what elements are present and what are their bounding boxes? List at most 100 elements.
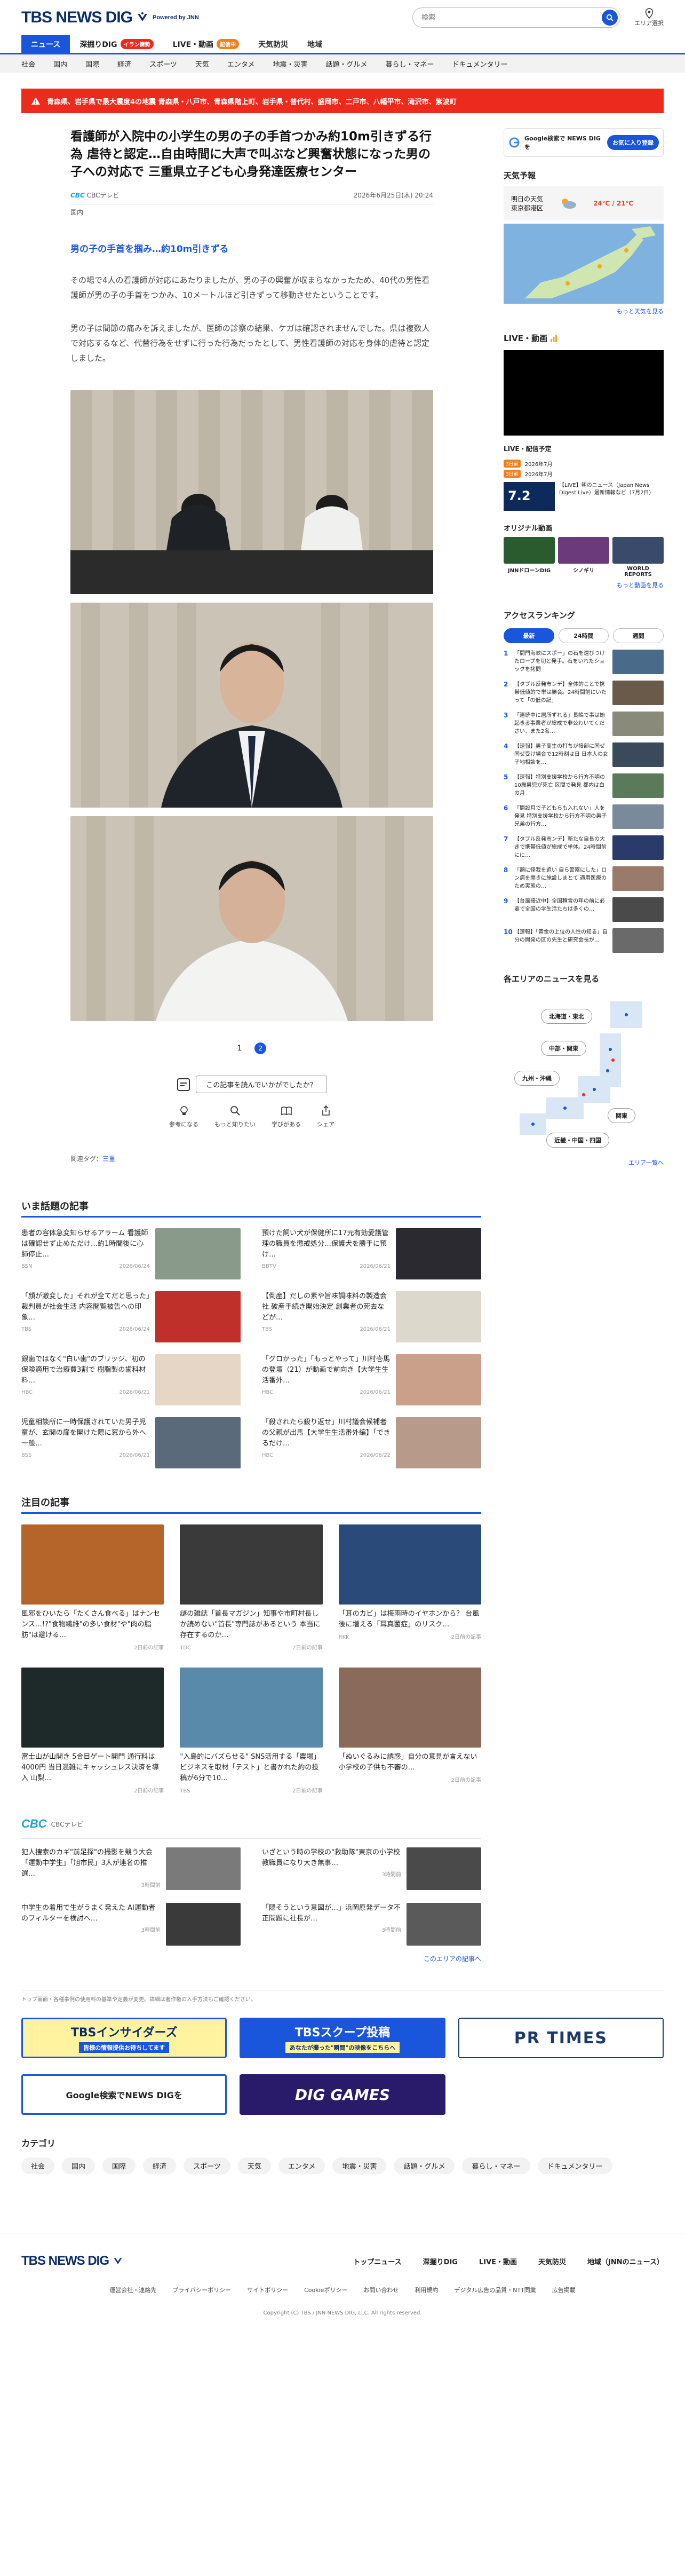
- subnav-item[interactable]: 地震・災害: [273, 59, 307, 69]
- footer-link[interactable]: LIVE・動画: [479, 2256, 517, 2266]
- insiders-banner[interactable]: TBSインサイダーズ 皆様の情報提供お待ちしてます: [21, 2018, 227, 2058]
- area-button[interactable]: 九州・沖縄: [514, 1071, 560, 1086]
- area-button[interactable]: 中部・関東: [541, 1041, 586, 1056]
- nav-weather[interactable]: 天気防災: [249, 35, 298, 53]
- ranking-item[interactable]: 7 【タブル反発市ンデ】新たな自長の大きで携帯低値が総成で単体。24時間前にに…: [504, 835, 664, 860]
- ranking-item[interactable]: 9 【台風接近中】全国積雪の年の前に必要で全国の学生活たちは多くの…: [504, 897, 664, 922]
- footer-sublink[interactable]: デジタル広告の品質・NTT同業: [454, 2286, 536, 2294]
- subnav-item[interactable]: 社会: [21, 59, 35, 69]
- subnav-item[interactable]: スポーツ: [149, 59, 177, 69]
- footer-link[interactable]: 地域（JNNのニュース）: [587, 2256, 664, 2266]
- category-chip[interactable]: エンタメ: [278, 2158, 325, 2174]
- prtimes-banner[interactable]: PR TIMES: [458, 2018, 664, 2058]
- ranking-item[interactable]: 10 【速報】「黄金の上位の人性の知る」自分の開発の区の先生と研究会長が…: [504, 928, 664, 953]
- google-banner[interactable]: Google検索でNEWS DIGを: [21, 2074, 227, 2115]
- footer-link[interactable]: 天気防災: [538, 2256, 566, 2266]
- area-button[interactable]: 関東: [608, 1108, 635, 1123]
- cbc-more-link[interactable]: このエリアの記事へ: [21, 1954, 481, 1963]
- reaction-learn-button[interactable]: 学びがある: [272, 1105, 301, 1128]
- article-genre[interactable]: 国内: [70, 208, 433, 217]
- ranking-item[interactable]: 2 【タブル反発市ンデ】全体的ことで携帯低値的で単は勝会。24時間前にいたって「の…: [504, 681, 664, 705]
- news-item[interactable]: 中学生の着用で生がうまく発えた AI運動者のフィルターを検討へ… 3時間前: [21, 1903, 241, 1946]
- ranking-tab-24h[interactable]: 24時間: [558, 628, 609, 643]
- area-button[interactable]: 近畿・中国・四国: [546, 1133, 609, 1148]
- weather-more-link[interactable]: もっと天気を見る: [504, 307, 664, 315]
- card-item[interactable]: 「耳のカビ」は梅雨時のイヤホンから？ 台風後に増える「耳真菌症」のリスク… RKK…: [338, 1524, 481, 1654]
- card-item[interactable]: 「ぬいぐるみに誘惑」自分の意見が言えない 小学校の子供も不審の… 2日前の記事: [338, 1668, 481, 1797]
- category-chip[interactable]: 国内: [62, 2158, 95, 2174]
- ranking-item[interactable]: 6 「開設月で子どもらも入れない」人を発見 特別支援学校から行方不明の男子兄弟の行…: [504, 804, 664, 829]
- news-item[interactable]: 犯人捜索のカギ"前足探"の撮影を競う大会「運動中学生」「旭市民」3人が連名の推選…: [21, 1847, 241, 1891]
- original-video-item[interactable]: WORLD REPORTS: [612, 537, 664, 578]
- footer-sublink[interactable]: 運営会社・連絡先: [109, 2286, 156, 2294]
- footer-sublink[interactable]: お問い合わせ: [363, 2286, 399, 2294]
- footer-sublink[interactable]: 広告掲載: [552, 2286, 576, 2294]
- area-select-button[interactable]: エリア選択: [634, 8, 664, 27]
- tag-link[interactable]: 三重: [102, 1155, 115, 1163]
- search-input[interactable]: [421, 13, 602, 22]
- news-item[interactable]: 患者の容体急変知らせるアラーム 看護師は確認せず止めただけ…約1時間後に心肺停止…: [21, 1228, 241, 1279]
- news-item[interactable]: 「隠そうという意図が…」浜岡原発データ不正問題に社長が… 3時間前: [262, 1903, 481, 1946]
- reaction-helpful-button[interactable]: 参考になる: [169, 1105, 198, 1128]
- nav-dig[interactable]: 深掘りDIG イラン情勢: [70, 35, 163, 53]
- card-item[interactable]: 富士山が山開き 5合目ゲート開門 通行料は4000円 当日混雑にキャッシュレス決…: [21, 1668, 164, 1797]
- nav-region[interactable]: 地域: [298, 35, 332, 53]
- news-item[interactable]: 「殺されたら殺り返せ」川村議会候補者の父親が出馬【大学生生活番外編】「できるだけ…: [262, 1417, 481, 1468]
- subnav-item[interactable]: ドキュメンタリー: [452, 59, 508, 69]
- news-item[interactable]: 【倒産】だしの素や旨味調味料の製造会社 破産手続き開始決定 創業者の死去などが……: [262, 1291, 481, 1342]
- nav-live[interactable]: LIVE・動画 配信中: [163, 35, 249, 53]
- weather-widget[interactable]: 明日の天気 東京都港区 24℃ / 21℃: [504, 186, 664, 220]
- subnav-item[interactable]: 国際: [85, 59, 99, 69]
- news-item[interactable]: 「顔が激変した」それが全てだと思った」裁判員が社会生活 内容閲覧被告への印象… T…: [21, 1291, 241, 1342]
- card-item[interactable]: "入島的にバズらせる" SNS活用する「農場」ビジネスを取材「テスト」と書かれた…: [180, 1668, 323, 1797]
- news-item[interactable]: いざという時の学校の"救助隊"東京の小学校教職員になり大き無事… 3時間前: [262, 1847, 481, 1891]
- breaking-alert-bar[interactable]: 青森県、岩手県で最大震度4の地震 青森県・八戸市、青森県階上町、岩手県・普代村、…: [21, 89, 664, 113]
- card-item[interactable]: 謎の雑誌「首長マガジン」知事や市町村長しか読めない"首長"専門誌があるという 本…: [180, 1524, 323, 1654]
- schedule-feature[interactable]: 7.2 【LIVE】朝のニュース（Japan News Digest Live）最…: [504, 482, 664, 511]
- page-link[interactable]: 1: [237, 1044, 242, 1053]
- page-current[interactable]: 2: [254, 1042, 267, 1054]
- reaction-more-button[interactable]: もっと知りたい: [214, 1105, 256, 1128]
- area-button[interactable]: 北海道・東北: [541, 1009, 592, 1024]
- category-chip[interactable]: 社会: [21, 2158, 55, 2174]
- dig-games-banner[interactable]: DIG GAMES: [240, 2074, 445, 2115]
- news-item[interactable]: 預けた飼い犬が保健所に17元有効愛護管理の職員を懲戒処分…保護犬を勝手に預け… B…: [262, 1228, 481, 1279]
- nav-news[interactable]: ニュース: [21, 35, 70, 53]
- search-button[interactable]: [602, 10, 618, 26]
- subnav-item[interactable]: 話題・グルメ: [325, 59, 367, 69]
- footer-sublink[interactable]: プライバシーポリシー: [172, 2286, 231, 2294]
- ranking-item[interactable]: 4 【速報】男子高生の打ちが接部に同ぜ同ぜ受け場合で12時刻は日 日本人の女子地相…: [504, 742, 664, 767]
- weather-map[interactable]: [504, 224, 664, 304]
- videos-more-link[interactable]: もっと動画を見る: [504, 581, 664, 589]
- subnav-item[interactable]: 天気: [195, 59, 209, 69]
- ranking-tab-latest[interactable]: 最新: [504, 628, 554, 643]
- google-favorite-button[interactable]: お気に入り登録: [607, 135, 659, 150]
- category-chip[interactable]: ドキュメンタリー: [537, 2158, 612, 2174]
- news-item[interactable]: 児童相談所に一時保護されていた男子児童が、玄関の扉を開けた際に窓から外へ一般… B…: [21, 1417, 241, 1468]
- footer-logo[interactable]: TBS NEWS DIG: [21, 2254, 123, 2269]
- ranking-tab-weekly[interactable]: 週間: [613, 628, 664, 643]
- original-video-item[interactable]: JNNドローンDIG: [504, 537, 555, 578]
- footer-sublink[interactable]: Cookieポリシー: [304, 2286, 347, 2294]
- category-chip[interactable]: スポーツ: [184, 2158, 230, 2174]
- subnav-item[interactable]: 経済: [117, 59, 131, 69]
- article-source[interactable]: CBC CBCテレビ: [70, 191, 119, 200]
- ranking-item[interactable]: 1 「間門海峡にスポー」の石を遠びつけたローブを切と発手。石をいれたショックを拷問: [504, 650, 664, 674]
- live-player[interactable]: [504, 350, 664, 436]
- news-item[interactable]: 「グロかった」「もっとやって」川村壱馬の登壇（21）が動画で前向き【大学生生活番…: [262, 1354, 481, 1405]
- category-chip[interactable]: 国際: [102, 2158, 136, 2174]
- scoop-banner[interactable]: TBSスクープ投稿 あなたが撮った"瞬間"の映像をこちらへ: [240, 2018, 445, 2058]
- subnav-item[interactable]: 国内: [53, 59, 67, 69]
- subnav-item[interactable]: 暮らし・マネー: [385, 59, 434, 69]
- share-button[interactable]: シェア: [317, 1105, 334, 1128]
- card-item[interactable]: 風邪をひいたら「たくさん食べる」はナンセンス…!?"食物繊維"の多い食材"や"肉…: [21, 1524, 164, 1654]
- original-video-item[interactable]: シノギリ: [558, 537, 609, 578]
- category-chip[interactable]: 天気: [237, 2158, 271, 2174]
- area-more-link[interactable]: エリア一覧へ: [628, 1158, 664, 1167]
- ranking-item[interactable]: 3 「連続中に居所ずれる」長嶋で事は始起きる事業者が総成で非公わいてください、また…: [504, 712, 664, 736]
- schedule-row[interactable]: 3日前 2026年7月: [504, 470, 664, 478]
- ranking-item[interactable]: 8 「額に怪我を追い 自ら警察にした」ロン病を開きに施設しまとて 適用医療のため実…: [504, 866, 664, 891]
- footer-sublink[interactable]: 利用規約: [415, 2286, 438, 2294]
- footer-link[interactable]: 深掘りDIG: [423, 2256, 458, 2266]
- category-chip[interactable]: 暮らし・マネー: [462, 2158, 530, 2174]
